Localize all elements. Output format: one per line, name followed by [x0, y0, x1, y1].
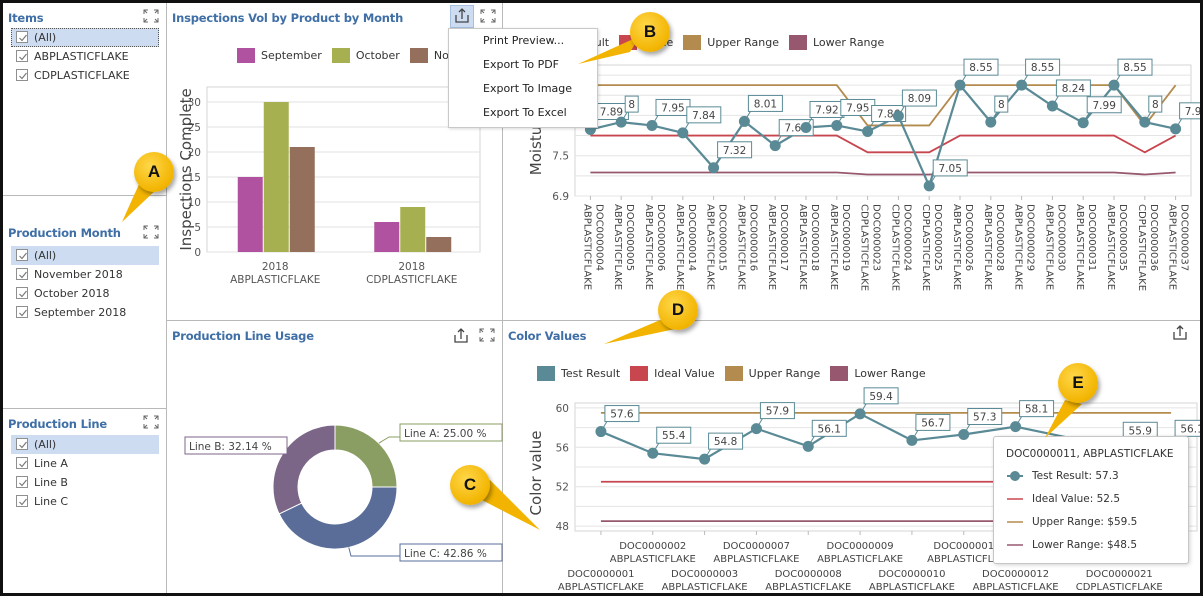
line-marker-icon	[1006, 494, 1024, 504]
tooltip-row-ideal-value: Ideal Value: 52.5	[1006, 493, 1120, 505]
tooltip-title: DOC0000011, ABPLASTICFLAKE	[1006, 448, 1174, 460]
tooltip-row-label: Lower Range: $48.5	[1032, 539, 1138, 551]
tooltip-row-lower-range: Lower Range: $48.5	[1006, 539, 1137, 551]
menu-item-export-image[interactable]: Export To Image	[449, 77, 597, 101]
line-marker-icon	[1006, 517, 1024, 527]
chart-tooltip: DOC0000011, ABPLASTICFLAKE Test Result: …	[993, 436, 1189, 564]
tooltip-row-label: Test Result: 57.3	[1032, 470, 1119, 482]
tooltip-row-label: Ideal Value: 52.5	[1032, 493, 1120, 505]
menu-item-print-preview[interactable]: Print Preview...	[449, 29, 597, 53]
tooltip-row-test-result: Test Result: 57.3	[1006, 470, 1119, 482]
dot-marker-icon	[1006, 470, 1024, 482]
menu-item-export-excel[interactable]: Export To Excel	[449, 101, 597, 125]
export-menu: Print Preview... Export To PDF Export To…	[448, 28, 598, 128]
tooltip-row-label: Upper Range: $59.5	[1032, 516, 1138, 528]
menu-item-export-pdf[interactable]: Export To PDF	[449, 53, 597, 77]
line-marker-icon	[1006, 540, 1024, 550]
tooltip-row-upper-range: Upper Range: $59.5	[1006, 516, 1137, 528]
